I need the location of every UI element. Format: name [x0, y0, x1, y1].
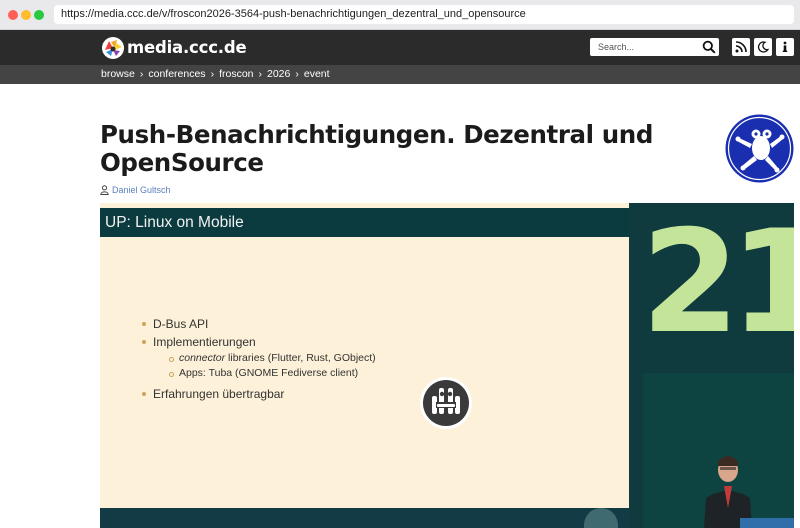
rss-icon	[735, 41, 747, 53]
rss-button[interactable]	[732, 38, 750, 56]
unifiedpush-logo-icon	[420, 377, 472, 429]
window-close-button[interactable]	[8, 10, 18, 20]
window-minimize-button[interactable]	[21, 10, 31, 20]
site-brand[interactable]: media.ccc.de	[127, 36, 247, 60]
video-frame-bottom	[100, 508, 629, 528]
breadcrumb-separator: ›	[258, 68, 263, 80]
info-icon	[782, 41, 788, 52]
slide-sub-bullet-text: libraries (Flutter, Rust, GObject)	[225, 352, 376, 364]
breadcrumb-item-froscon[interactable]: froscon	[219, 68, 253, 80]
video-player[interactable]: UP: Linux on Mobile D-Bus API Implementi…	[100, 203, 794, 528]
person-icon	[100, 185, 109, 195]
window-maximize-button[interactable]	[34, 10, 44, 20]
slide-heading: UP: Linux on Mobile	[100, 208, 629, 237]
search-input[interactable]	[590, 38, 700, 56]
slide-bullet: Erfahrungen übertragbar	[142, 385, 376, 403]
presentation-slide: UP: Linux on Mobile D-Bus API Implementi…	[100, 203, 629, 508]
backdrop-number: 21	[641, 203, 794, 365]
slide-sub-bullet: Apps: Tuba (GNOME Fediverse client)	[142, 366, 376, 381]
slide-bullet: D-Bus API	[142, 315, 376, 333]
slide-bullet: Implementierungen	[142, 333, 376, 351]
breadcrumb-item-conferences[interactable]: conferences	[148, 68, 205, 80]
breadcrumb-separator: ›	[210, 68, 215, 80]
breadcrumb: browse › conferences › froscon › 2026 › event	[101, 65, 330, 84]
address-bar[interactable]: https://media.ccc.de/v/froscon2026-3564-…	[54, 5, 794, 24]
site-header: media.ccc.de	[0, 30, 800, 65]
breadcrumb-separator: ›	[295, 68, 299, 80]
slide-bullet-list: D-Bus API Implementierungen connector li…	[142, 315, 376, 403]
slide-sub-bullet: connector libraries (Flutter, Rust, GObj…	[142, 351, 376, 366]
conference-logo-frog-icon[interactable]	[725, 114, 794, 183]
breadcrumb-separator: ›	[139, 68, 144, 80]
media-ccc-logo-icon[interactable]	[101, 36, 125, 60]
breadcrumb-item-2026[interactable]: 2026	[267, 68, 290, 80]
breadcrumb-item-browse[interactable]: browse	[101, 68, 135, 80]
slide-emphasis: connector	[179, 352, 226, 364]
breadcrumb-item-event: event	[303, 68, 330, 80]
speaker-person-figure	[704, 456, 794, 528]
info-button[interactable]	[776, 38, 794, 56]
moon-icon	[757, 41, 769, 53]
speaker-link[interactable]: Daniel Gultsch	[112, 185, 171, 195]
page-title: Push-Benachrichtigungen. Dezentral und O…	[100, 120, 653, 177]
search-icon[interactable]	[702, 40, 716, 54]
speaker-line: Daniel Gultsch	[100, 184, 171, 196]
stage-backdrop: 21	[629, 203, 794, 528]
browser-chrome: https://media.ccc.de/v/froscon2026-3564-…	[0, 0, 800, 30]
breadcrumb-bar: browse › conferences › froscon › 2026 › event	[0, 65, 800, 84]
dark-mode-button[interactable]	[754, 38, 772, 56]
search-box	[590, 38, 719, 56]
